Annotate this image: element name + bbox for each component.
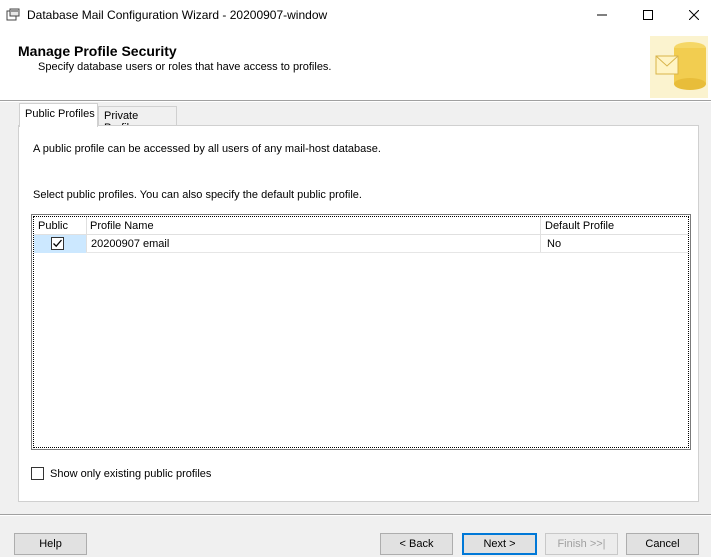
wizard-header: Manage Profile Security Specify database… <box>0 30 711 100</box>
app-icon <box>6 8 20 21</box>
maximize-button[interactable] <box>625 0 671 30</box>
table-row[interactable]: 20200907 email No <box>34 235 688 253</box>
tab-private-profiles[interactable]: Private Profiles <box>98 106 177 134</box>
page-subtitle: Specify database users or roles that hav… <box>38 61 332 73</box>
column-header-default-profile[interactable]: Default Profile <box>545 220 614 232</box>
minimize-icon <box>597 14 607 16</box>
checkmark-icon <box>53 239 62 248</box>
panel-description: A public profile can be accessed by all … <box>33 143 381 155</box>
database-mail-icon <box>650 36 708 98</box>
title-bar: Database Mail Configuration Wizard - 202… <box>0 0 711 30</box>
minimize-button[interactable] <box>579 0 625 30</box>
checkbox-box[interactable] <box>31 467 44 480</box>
profiles-grid[interactable]: Public Profile Name Default Profile 2020… <box>31 214 691 450</box>
show-only-label: Show only existing public profiles <box>50 467 212 480</box>
tab-panel: A public profile can be accessed by all … <box>18 125 699 502</box>
window-title: Database Mail Configuration Wizard - 202… <box>27 8 328 22</box>
back-button[interactable]: < Back <box>380 533 453 555</box>
next-button[interactable]: Next > <box>462 533 537 555</box>
page-title: Manage Profile Security <box>18 43 177 59</box>
panel-instruction: Select public profiles. You can also spe… <box>33 189 362 201</box>
close-icon <box>689 10 699 20</box>
close-button[interactable] <box>671 0 711 30</box>
tab-public-profiles[interactable]: Public Profiles <box>19 103 98 127</box>
default-profile-cell[interactable]: No <box>547 238 561 250</box>
show-only-existing-checkbox[interactable]: Show only existing public profiles <box>31 467 211 480</box>
help-button[interactable]: Help <box>14 533 87 555</box>
public-checkbox[interactable] <box>51 237 64 250</box>
public-cell[interactable] <box>34 235 86 253</box>
column-header-profile-name[interactable]: Profile Name <box>90 220 154 232</box>
finish-button: Finish >>| <box>545 533 618 555</box>
profile-name-cell: 20200907 email <box>91 238 170 250</box>
maximize-icon <box>643 10 653 20</box>
grid-header: Public Profile Name Default Profile <box>34 217 688 235</box>
cancel-button[interactable]: Cancel <box>626 533 699 555</box>
column-header-public[interactable]: Public <box>38 220 68 232</box>
